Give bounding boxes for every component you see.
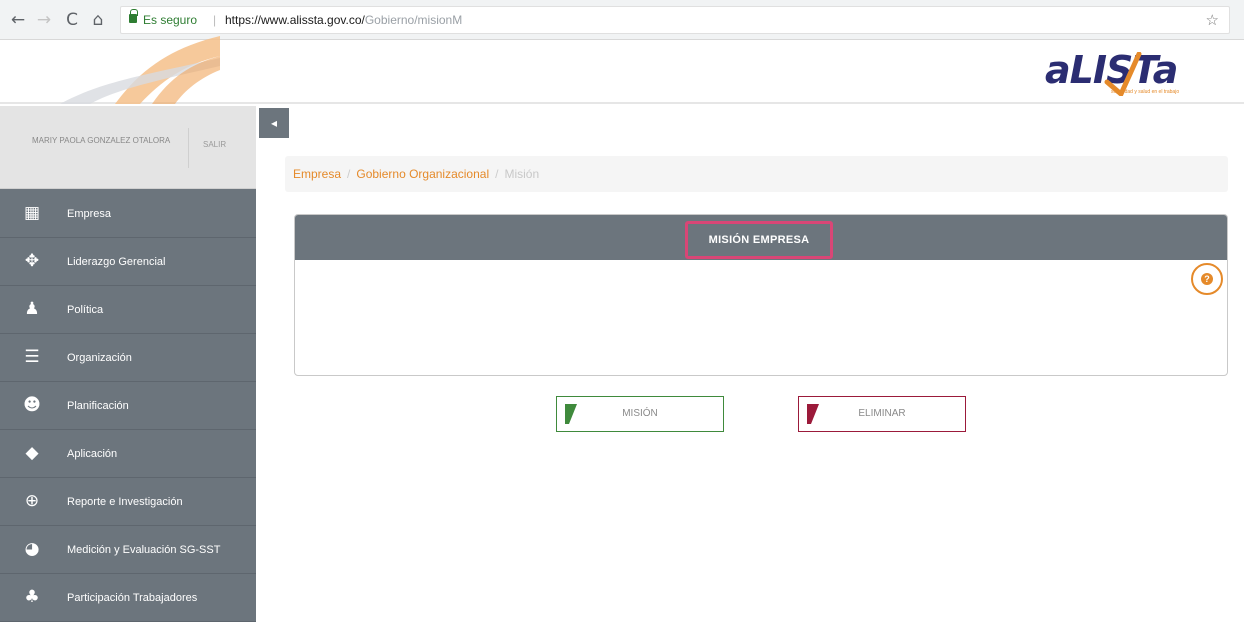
sidebar-item-label: Aplicación [67, 448, 118, 460]
sidebar-item-politica[interactable]: ♟ Política [0, 286, 256, 334]
sidebar-item-participacion[interactable]: ♣ Participación Trabajadores [0, 574, 256, 622]
url-domain: https://www.alissta.gov.co/ [225, 13, 365, 27]
breadcrumb-current: Misión [504, 167, 540, 181]
sidebar-item-label: Planificación [67, 400, 129, 412]
user-divider [188, 128, 189, 168]
eliminar-button[interactable]: ELIMINAR [798, 396, 966, 432]
sidebar-item-medicion[interactable]: ◕ Medición y Evaluación SG-SST [0, 526, 256, 574]
user-name: MARIY PAOLA GONZALEZ OTALORA [32, 136, 171, 145]
breadcrumb: Empresa / Gobierno Organizacional / Misión [285, 156, 1228, 192]
sidebar-item-planificacion[interactable]: ☻ Planificación [0, 382, 256, 430]
tag-icon: ◆ [25, 443, 39, 463]
sidebar-menu: ▦ Empresa ✥ Liderazgo Gerencial ♟ Políti… [0, 190, 256, 622]
forward-arrow-icon[interactable]: → [34, 10, 54, 30]
breadcrumb-separator: / [347, 167, 351, 181]
eliminar-button-label: ELIMINAR [858, 408, 906, 419]
sidebar-item-organizacion[interactable]: ☰ Organización [0, 334, 256, 382]
sidebar-item-label: Organización [67, 352, 132, 364]
breadcrumb-link-empresa[interactable]: Empresa [293, 167, 341, 181]
sidebar-item-label: Medición y Evaluación SG-SST [67, 544, 221, 556]
mision-button-label: MISIÓN [622, 408, 658, 419]
url-path: Gobierno/misionM [364, 13, 463, 27]
sidebar: MARIY PAOLA GONZALEZ OTALORA SALIR ▦ Emp… [0, 106, 256, 622]
alista-logo[interactable]: aLISTa seguridad y salud en el trabajo [1045, 48, 1185, 98]
address-bar[interactable]: Es seguro | https://www.alissta.gov.co/G… [120, 6, 1230, 34]
group-icon: ♣ [24, 587, 40, 607]
panel-header: MISIÓN EMPRESA [295, 215, 1227, 260]
back-arrow-icon[interactable]: ← [8, 10, 28, 30]
pie-chart-icon: ◕ [24, 539, 40, 559]
sidebar-item-label: Empresa [67, 208, 112, 220]
head-icon: ☻ [23, 395, 41, 415]
logo-tagline: seguridad y salud en el trabajo [1111, 89, 1180, 95]
sidebar-collapse-button[interactable]: ◂ [259, 108, 289, 138]
sidebar-item-empresa[interactable]: ▦ Empresa [0, 190, 256, 238]
bookmark-star-icon[interactable]: ☆ [1206, 7, 1219, 33]
url-text[interactable]: https://www.alissta.gov.co/Gobierno/misi… [225, 7, 462, 33]
magnifier-icon: ⊕ [24, 491, 40, 511]
help-button[interactable]: ? [1191, 263, 1223, 295]
sidebar-item-liderazgo[interactable]: ✥ Liderazgo Gerencial [0, 238, 256, 286]
panel-title-highlight: MISIÓN EMPRESA [685, 221, 833, 259]
breadcrumb-link-gobierno[interactable]: Gobierno Organizacional [356, 167, 489, 181]
lock-icon [129, 9, 138, 23]
mission-panel: MISIÓN EMPRESA ? [294, 214, 1228, 376]
sidebar-item-reporte[interactable]: ⊕ Reporte e Investigación [0, 478, 256, 526]
help-icon: ? [1201, 273, 1213, 285]
leadership-icon: ✥ [24, 251, 40, 271]
logout-link[interactable]: SALIR [203, 140, 226, 149]
sidebar-item-label: Política [67, 304, 104, 316]
mision-button[interactable]: MISIÓN [556, 396, 724, 432]
list-icon: ☰ [24, 347, 40, 367]
reload-icon[interactable]: C [62, 10, 82, 30]
header-decoration [20, 30, 220, 104]
user-panel: MARIY PAOLA GONZALEZ OTALORA SALIR [0, 106, 256, 189]
panel-title: MISIÓN EMPRESA [708, 234, 810, 246]
building-icon: ▦ [23, 203, 41, 223]
sidebar-item-aplicacion[interactable]: ◆ Aplicación [0, 430, 256, 478]
breadcrumb-separator: / [495, 167, 499, 181]
site-header: aLISTa seguridad y salud en el trabajo [0, 36, 1244, 104]
home-icon[interactable]: ⌂ [88, 10, 108, 30]
sidebar-item-label: Participación Trabajadores [67, 592, 198, 604]
sidebar-item-label: Liderazgo Gerencial [67, 256, 166, 268]
sidebar-item-label: Reporte e Investigación [67, 496, 183, 508]
person-icon: ♟ [24, 299, 40, 319]
